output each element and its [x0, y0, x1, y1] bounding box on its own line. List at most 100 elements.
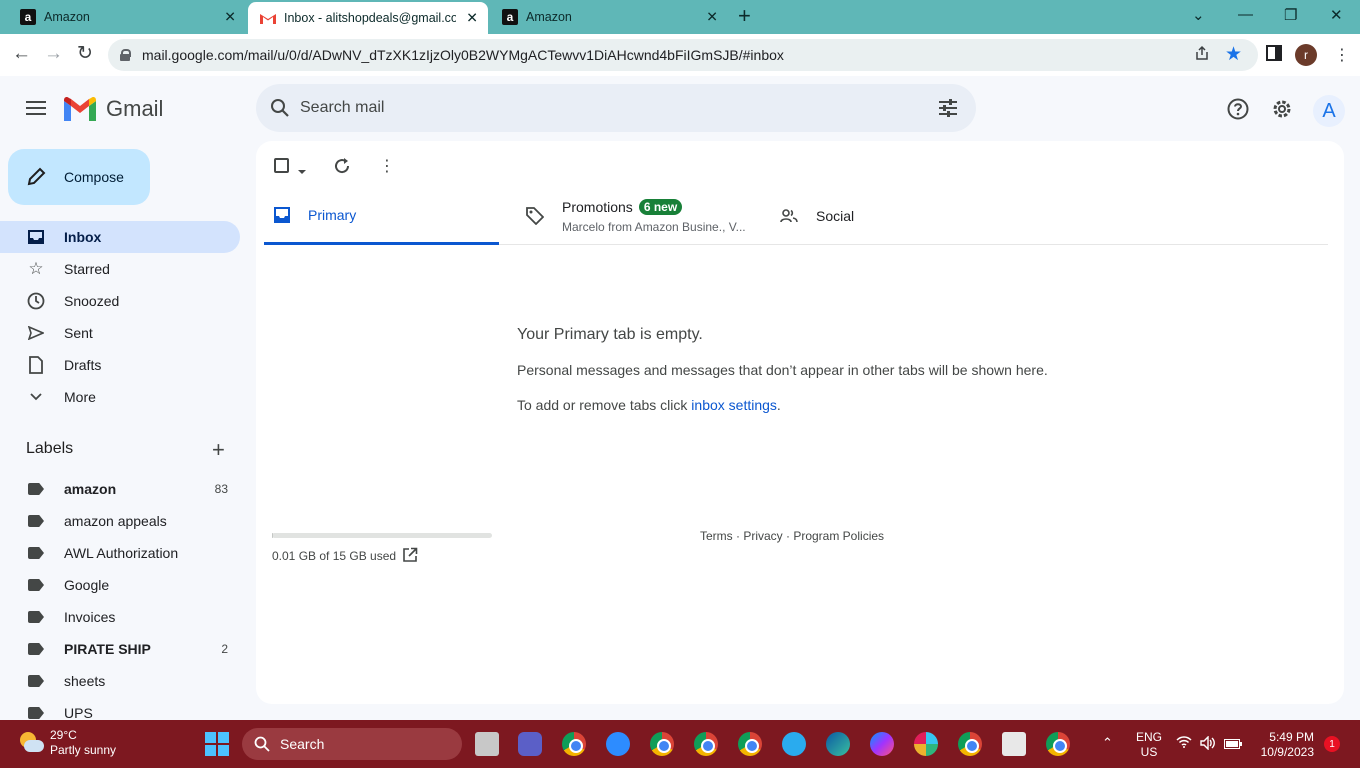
sidebar-item-snoozed[interactable]: Snoozed — [0, 285, 240, 317]
label-name: Google — [64, 577, 110, 593]
star-icon: ☆ — [28, 259, 44, 278]
snipping-tool-icon[interactable] — [1002, 732, 1026, 756]
bookmark-star-icon[interactable]: ★ — [1225, 43, 1242, 66]
show-hidden-icons-chevron-icon[interactable]: ⌃ — [1102, 735, 1113, 751]
side-panel-icon[interactable] — [1266, 45, 1282, 66]
label-item-sheets[interactable]: sheets — [0, 665, 240, 697]
sidebar-item-drafts[interactable]: Drafts — [0, 349, 240, 381]
main-menu-icon[interactable] — [26, 101, 46, 119]
label-name: amazon — [64, 481, 117, 497]
chrome-profile-icon[interactable] — [562, 732, 586, 756]
label-tag-icon — [28, 643, 44, 655]
chrome-profile-icon[interactable] — [694, 732, 718, 756]
category-tabs: Primary Promotions 6 new Marcelo from Am… — [264, 187, 1328, 245]
refresh-icon[interactable] — [333, 157, 351, 180]
label-tag-icon — [28, 515, 44, 527]
new-count-badge: 6 new — [638, 198, 683, 215]
label-item-pirate-ship[interactable]: PIRATE SHIP 2 — [0, 633, 240, 665]
sidebar-item-starred[interactable]: ☆ Starred — [0, 253, 240, 285]
weather-condition: Partly sunny — [50, 743, 117, 757]
close-tab-icon[interactable]: ✕ — [466, 10, 478, 27]
label-item-invoices[interactable]: Invoices — [0, 601, 240, 633]
compose-button[interactable]: Compose — [8, 149, 150, 205]
video-call-app-icon[interactable] — [518, 732, 542, 756]
minimize-window-icon[interactable]: — — [1238, 6, 1253, 23]
browser-menu-icon[interactable]: ⋮ — [1334, 45, 1350, 65]
tab-primary[interactable]: Primary — [264, 187, 499, 245]
windows-start-icon[interactable] — [205, 732, 229, 756]
input-language-indicator[interactable]: ENG US — [1136, 730, 1162, 760]
label-item-amazon[interactable]: amazon 83 — [0, 473, 240, 505]
search-options-icon[interactable] — [938, 98, 958, 123]
external-link-icon[interactable] — [402, 547, 418, 568]
taskbar-search[interactable]: Search — [242, 728, 462, 760]
sidebar-item-more[interactable]: More — [0, 381, 240, 413]
share-icon[interactable] — [1194, 45, 1210, 66]
close-tab-icon[interactable]: ✕ — [706, 9, 718, 26]
browser-tab-amazon-2[interactable]: a Amazon ✕ — [490, 0, 728, 34]
clock-date: 10/9/2023 — [1260, 745, 1314, 759]
clock-time: 5:49 PM — [1269, 730, 1314, 744]
gmail-favicon-icon — [260, 10, 276, 26]
reload-icon[interactable]: ↻ — [77, 43, 93, 65]
taskbar-search-label: Search — [280, 736, 325, 752]
tab-promotions[interactable]: Promotions 6 new Marcelo from Amazon Bus… — [526, 187, 776, 245]
slack-app-icon[interactable] — [914, 732, 938, 756]
telegram-app-icon[interactable] — [782, 732, 806, 756]
browser-profile-avatar[interactable]: r — [1295, 44, 1317, 66]
tag-icon — [526, 207, 544, 225]
close-tab-icon[interactable]: ✕ — [224, 9, 236, 26]
messenger-app-icon[interactable] — [870, 732, 894, 756]
inbox-settings-suffix: . — [776, 397, 781, 413]
label-name: amazon appeals — [64, 513, 167, 529]
tab-search-chevron-icon[interactable]: ⌄ — [1192, 6, 1205, 24]
footer-links[interactable]: Terms · Privacy · Program Policies — [700, 529, 884, 543]
gmail-logo-icon[interactable] — [64, 96, 96, 126]
sidebar-item-inbox[interactable]: Inbox — [0, 221, 240, 253]
browser-tab-amazon-1[interactable]: a Amazon ✕ — [8, 0, 246, 34]
help-icon[interactable] — [1227, 98, 1249, 125]
new-tab-plus-icon[interactable]: + — [738, 5, 751, 27]
google-account-avatar[interactable]: A — [1313, 95, 1345, 127]
mail-list-panel: ⋮ Primary Promotions 6 new Marcelo from … — [256, 141, 1344, 704]
address-url: mail.google.com/mail/u/0/d/ADwNV_dTzXK1z… — [142, 47, 784, 63]
label-item-google[interactable]: Google — [0, 569, 240, 601]
file-explorer-icon[interactable] — [475, 732, 499, 756]
close-window-icon[interactable]: ✕ — [1330, 6, 1343, 24]
address-bar[interactable]: mail.google.com/mail/u/0/d/ADwNV_dTzXK1z… — [108, 39, 1258, 71]
zoom-app-icon[interactable] — [606, 732, 630, 756]
weather-widget[interactable]: 29°C Partly sunny — [18, 728, 116, 758]
settings-gear-icon[interactable] — [1271, 98, 1293, 125]
label-tag-icon — [28, 483, 44, 495]
system-clock[interactable]: 5:49 PM 10/9/2023 — [1256, 730, 1314, 760]
chrome-active-profile-icon[interactable] — [1046, 732, 1070, 756]
chrome-profile-icon[interactable] — [958, 732, 982, 756]
wifi-icon[interactable] — [1176, 736, 1192, 751]
chrome-profile-icon[interactable] — [650, 732, 674, 756]
search-input[interactable] — [300, 96, 900, 120]
add-label-plus-icon[interactable]: + — [212, 439, 225, 461]
tab-social[interactable]: Social — [780, 187, 1020, 245]
inbox-settings-link[interactable]: inbox settings — [691, 397, 777, 413]
more-options-icon[interactable]: ⋮ — [379, 156, 395, 176]
inbox-settings-prefix: To add or remove tabs click — [517, 397, 692, 413]
restore-window-icon[interactable]: ❐ — [1284, 6, 1297, 24]
volume-icon[interactable] — [1200, 735, 1216, 753]
label-item-amazon-appeals[interactable]: amazon appeals — [0, 505, 240, 537]
sidebar-item-sent[interactable]: Sent — [0, 317, 240, 349]
browser-tab-gmail[interactable]: Inbox - alitshopdeals@gmail.com ✕ — [248, 2, 488, 34]
battery-icon[interactable] — [1224, 738, 1242, 752]
notification-count-badge[interactable]: 1 — [1324, 736, 1340, 752]
sidebar-item-label: Drafts — [64, 357, 102, 373]
label-name: AWL Authorization — [64, 545, 179, 561]
label-name: Invoices — [64, 609, 116, 625]
search-icon[interactable] — [270, 98, 290, 123]
select-all-checkbox[interactable] — [274, 158, 290, 179]
forward-arrow-icon[interactable]: → — [44, 43, 63, 65]
chrome-profile-icon[interactable] — [738, 732, 762, 756]
region-code: US — [1140, 745, 1158, 759]
back-arrow-icon[interactable]: ← — [12, 43, 31, 65]
label-item-awl-authorization[interactable]: AWL Authorization — [0, 537, 240, 569]
select-dropdown-caret-icon[interactable] — [297, 162, 307, 180]
edge-browser-icon[interactable] — [826, 732, 850, 756]
